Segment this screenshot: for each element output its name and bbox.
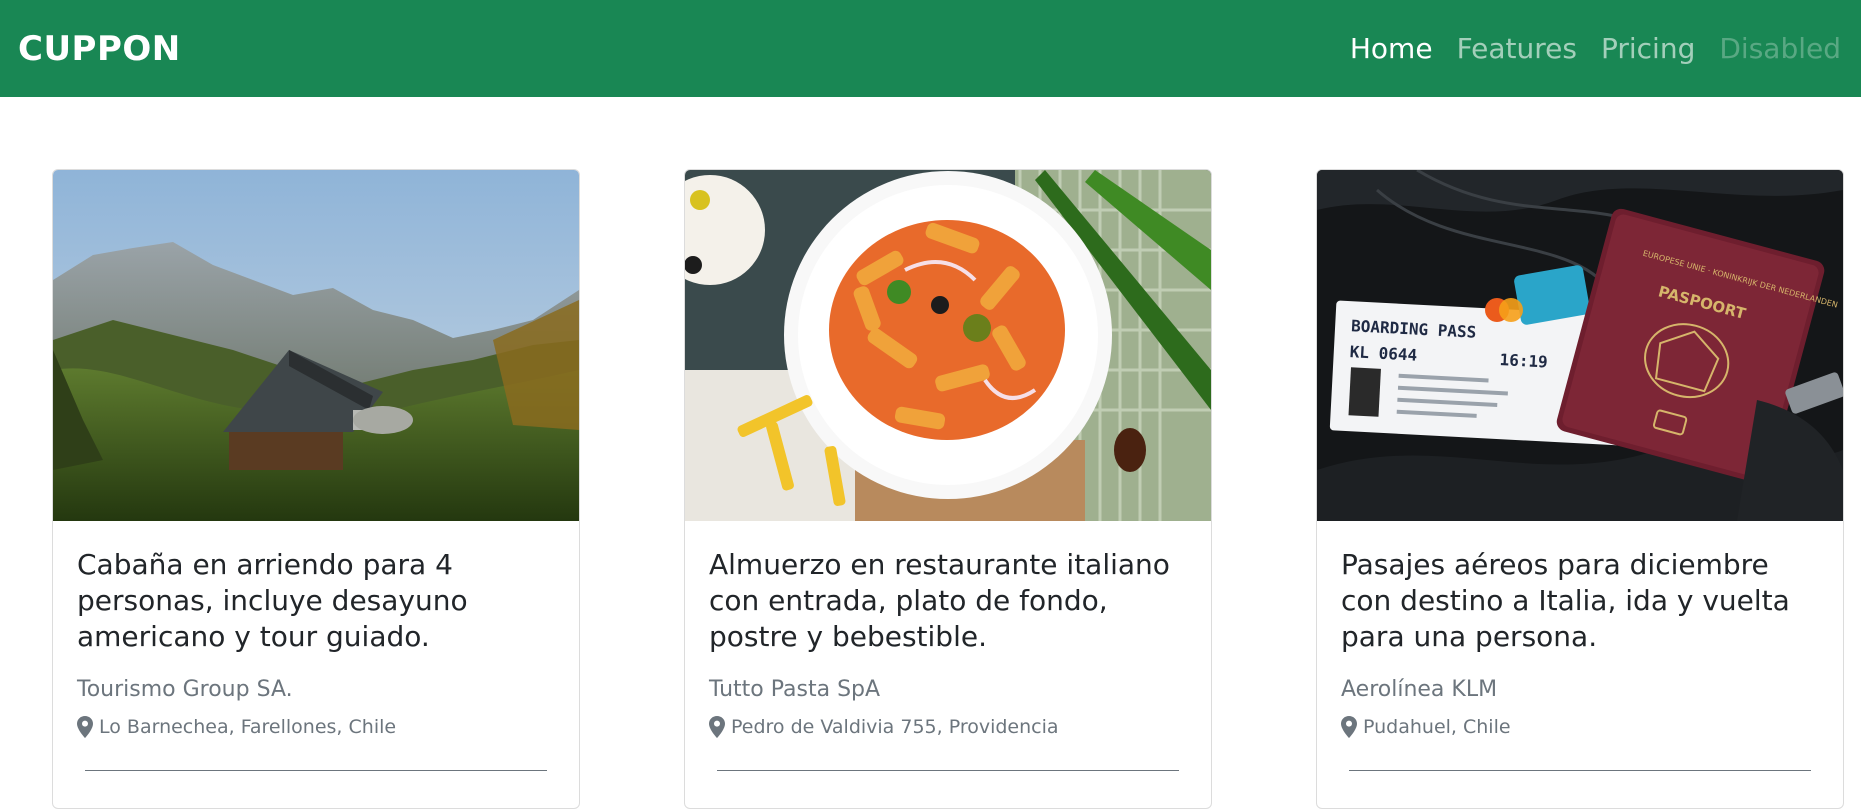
pasta-plate-image bbox=[685, 170, 1211, 521]
main-nav: Home Features Pricing Disabled bbox=[1326, 32, 1841, 65]
navbar: CUPPON Home Features Pricing Disabled bbox=[0, 0, 1861, 97]
flight-number: KL 0644 bbox=[1349, 342, 1417, 365]
brand-logo[interactable]: CUPPON bbox=[18, 29, 181, 69]
card-body: Almuerzo en restaurante italiano con ent… bbox=[685, 521, 1211, 771]
flight-time: 16:19 bbox=[1499, 350, 1548, 371]
card-body: Pasajes aéreos para diciembre con destin… bbox=[1317, 521, 1843, 771]
mountain-cabin-photo bbox=[53, 170, 579, 521]
card-location: Pudahuel, Chile bbox=[1341, 716, 1819, 738]
passport-boarding-pass-image: BOARDING PASS KL 0644 16:19 EUROPESE UNI… bbox=[1317, 170, 1843, 521]
location-text: Lo Barnechea, Farellones, Chile bbox=[99, 716, 397, 738]
card-title[interactable]: Pasajes aéreos para diciembre con destin… bbox=[1341, 547, 1819, 655]
card-title[interactable]: Cabaña en arriendo para 4 personas, incl… bbox=[77, 547, 555, 655]
deal-card[interactable]: Almuerzo en restaurante italiano con ent… bbox=[684, 169, 1212, 809]
deals-grid: Cabaña en arriendo para 4 personas, incl… bbox=[0, 169, 1861, 809]
card-divider bbox=[717, 770, 1179, 771]
location-text: Pudahuel, Chile bbox=[1363, 716, 1511, 738]
card-location: Lo Barnechea, Farellones, Chile bbox=[77, 716, 555, 738]
deal-card[interactable]: Cabaña en arriendo para 4 personas, incl… bbox=[52, 169, 580, 809]
location-text: Pedro de Valdivia 755, Providencia bbox=[731, 716, 1059, 738]
nav-link-disabled: Disabled bbox=[1719, 32, 1841, 65]
deal-card[interactable]: BOARDING PASS KL 0644 16:19 EUROPESE UNI… bbox=[1316, 169, 1844, 809]
card-location: Pedro de Valdivia 755, Providencia bbox=[709, 716, 1187, 738]
card-body: Cabaña en arriendo para 4 personas, incl… bbox=[53, 521, 579, 771]
map-pin-icon bbox=[709, 716, 725, 738]
passport-boarding-pass-photo: BOARDING PASS KL 0644 16:19 EUROPESE UNI… bbox=[1317, 170, 1843, 521]
nav-link-features[interactable]: Features bbox=[1457, 32, 1577, 65]
nav-link-home[interactable]: Home bbox=[1350, 32, 1433, 65]
nav-link-pricing[interactable]: Pricing bbox=[1601, 32, 1695, 65]
card-company: Aerolínea KLM bbox=[1341, 677, 1498, 702]
map-pin-icon bbox=[1341, 716, 1357, 738]
mountain-cabin-image bbox=[53, 170, 579, 521]
card-company: Tutto Pasta SpA bbox=[709, 677, 881, 702]
pasta-plate-photo bbox=[685, 170, 1211, 521]
map-pin-icon bbox=[77, 716, 93, 738]
card-title[interactable]: Almuerzo en restaurante italiano con ent… bbox=[709, 547, 1187, 655]
card-divider bbox=[85, 770, 547, 771]
card-company: Tourismo Group SA. bbox=[77, 677, 293, 702]
card-divider bbox=[1349, 770, 1811, 771]
